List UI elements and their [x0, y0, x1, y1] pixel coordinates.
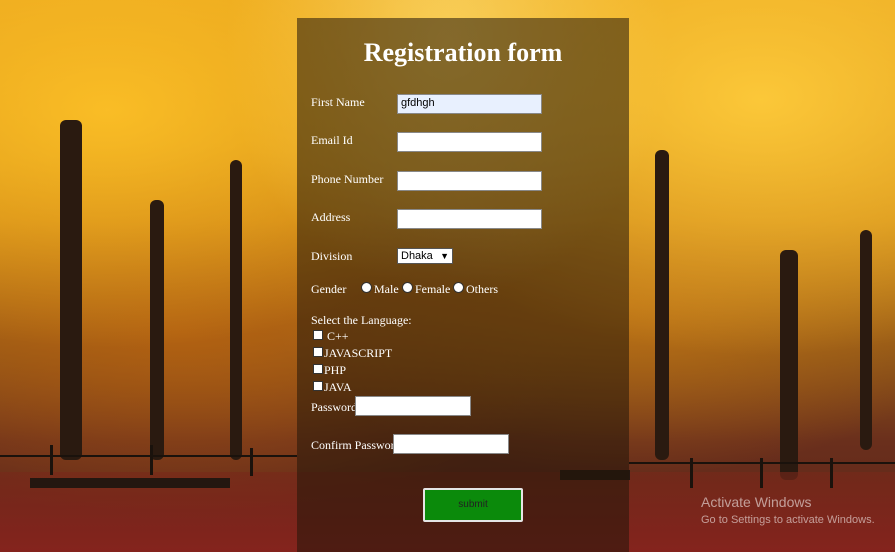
- confirm-password-label: Confirm Password: [311, 438, 401, 452]
- email-label: Email Id: [311, 133, 353, 147]
- phone-input[interactable]: [397, 171, 542, 191]
- confirm-password-input[interactable]: [393, 434, 509, 454]
- language-option-cpp: C++: [327, 329, 349, 343]
- language-option-java: JAVA: [324, 380, 352, 394]
- email-input[interactable]: [397, 132, 542, 152]
- activate-windows-title: Activate Windows: [701, 494, 812, 510]
- registration-form-panel: Registration form First Name gfdhgh Emai…: [297, 18, 629, 552]
- language-checkbox-cpp[interactable]: [313, 330, 323, 340]
- gender-radio-others[interactable]: [453, 282, 464, 293]
- language-label: Select the Language:: [311, 313, 412, 327]
- language-option-php: PHP: [324, 363, 347, 377]
- division-label: Division: [311, 249, 353, 263]
- activate-windows-subtitle: Go to Settings to activate Windows.: [701, 514, 875, 526]
- submit-button[interactable]: submit: [423, 488, 523, 522]
- address-input[interactable]: [397, 209, 542, 229]
- language-checkbox-php[interactable]: [313, 364, 323, 374]
- chevron-down-icon: ▼: [440, 251, 449, 261]
- gender-option-male: Male: [374, 282, 399, 296]
- gender-radio-male[interactable]: [361, 282, 372, 293]
- password-input[interactable]: [355, 396, 471, 416]
- gender-label: Gender: [311, 282, 347, 296]
- phone-label: Phone Number: [311, 172, 384, 186]
- address-label: Address: [311, 210, 351, 224]
- division-selected-value: Dhaka: [401, 250, 433, 262]
- language-checkbox-java[interactable]: [313, 381, 323, 391]
- language-checkbox-javascript[interactable]: [313, 347, 323, 357]
- division-select[interactable]: Dhaka ▼: [397, 248, 453, 264]
- language-option-javascript: JAVASCRIPT: [324, 346, 393, 360]
- first-name-input[interactable]: gfdhgh: [397, 94, 542, 114]
- gender-radio-female[interactable]: [402, 282, 413, 293]
- password-label: Password: [311, 400, 358, 414]
- gender-option-others: Others: [466, 282, 498, 296]
- form-title: Registration form: [363, 38, 563, 67]
- gender-option-female: Female: [415, 282, 451, 296]
- first-name-label: First Name: [311, 95, 365, 109]
